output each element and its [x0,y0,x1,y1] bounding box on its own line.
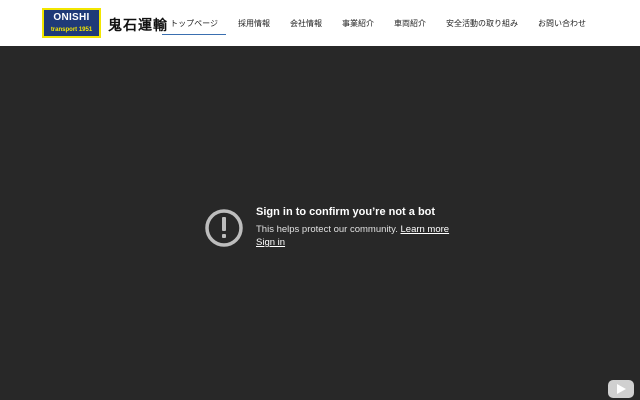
bot-check-message: Sign in to confirm you’re not a bot This… [204,206,464,266]
nav-item-safety[interactable]: 安全活動の取り組み [436,0,528,46]
site-header: ONISHI transport 1951 鬼石運輸 トップページ 採用情報 会… [0,0,640,46]
nav-item-vehicles[interactable]: 車両紹介 [384,0,436,46]
nav-item-business[interactable]: 事業紹介 [332,0,384,46]
sign-in-link[interactable]: Sign in [256,237,285,248]
learn-more-link[interactable]: Learn more [401,224,450,235]
bot-check-title: Sign in to confirm you’re not a bot [256,206,436,218]
bot-check-subtitle: This helps protect our community. Learn … [256,224,449,235]
nav-item-recruit[interactable]: 採用情報 [228,0,280,46]
nav-item-top[interactable]: トップページ [160,0,228,46]
nav-item-contact[interactable]: お問い合わせ [528,0,596,46]
embedded-video[interactable]: Sign in to confirm you’re not a bot This… [0,46,640,400]
nav-item-company[interactable]: 会社情報 [280,0,332,46]
bot-check-subtitle-text: This helps protect our community. [256,224,398,235]
onishi-logo[interactable]: ONISHI transport 1951 [42,8,101,38]
youtube-play-icon [617,384,626,394]
logo-top-text: ONISHI [53,12,90,23]
brand-name[interactable]: 鬼石運輸 [108,15,168,35]
main-nav: トップページ 採用情報 会社情報 事業紹介 車両紹介 安全活動の取り組み お問い… [160,0,596,46]
youtube-play-button[interactable] [608,380,634,398]
alert-circle-icon [205,209,243,247]
logo-bottom-text: transport 1951 [50,27,93,33]
